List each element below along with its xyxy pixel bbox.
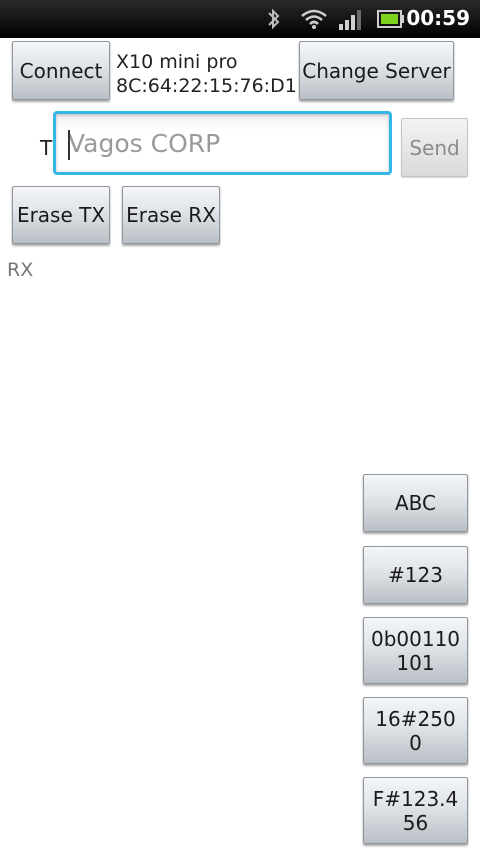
- status-time: 00:59: [406, 6, 470, 30]
- rx-label: RX: [7, 259, 34, 281]
- change-server-button[interactable]: Change Server: [299, 41, 454, 100]
- status-bar: 00:59: [0, 0, 480, 38]
- format-hex-label-1: 16#250: [375, 706, 456, 731]
- format-float-label-1: F#123.4: [372, 786, 459, 811]
- format-float-button[interactable]: F#123.4 56: [363, 777, 468, 844]
- erase-rx-button[interactable]: Erase RX: [122, 186, 220, 244]
- format-hex-button[interactable]: 16#250 0: [363, 697, 468, 764]
- erase-tx-button[interactable]: Erase TX: [12, 186, 110, 244]
- format-binary-label-2: 101: [396, 650, 435, 675]
- format-binary-label-1: 0b00110: [370, 626, 461, 651]
- message-input[interactable]: Vagos CORP: [53, 111, 392, 175]
- tx-label: T: [40, 136, 53, 160]
- device-info: X10 mini pro 8C:64:22:15:76:D1: [116, 50, 297, 98]
- text-caret: [68, 130, 70, 160]
- format-abc-button[interactable]: ABC: [363, 474, 468, 532]
- format-abc-label: ABC: [394, 491, 436, 515]
- format-float-label-2: 56: [402, 810, 429, 835]
- device-name: X10 mini pro: [116, 51, 238, 73]
- signal-icon: [339, 10, 361, 30]
- wifi-icon: [301, 9, 327, 29]
- format-binary-button[interactable]: 0b00110 101: [363, 617, 468, 684]
- connect-button[interactable]: Connect: [12, 41, 110, 100]
- message-input-text: Vagos CORP: [68, 129, 221, 158]
- bluetooth-icon: [268, 8, 280, 30]
- send-button[interactable]: Send: [401, 118, 468, 177]
- format-decimal-label: #123: [388, 563, 443, 587]
- device-address: 8C:64:22:15:76:D1: [116, 75, 297, 97]
- format-decimal-button[interactable]: #123: [363, 546, 468, 604]
- battery-icon: [377, 10, 404, 28]
- format-hex-label-2: 0: [409, 730, 422, 755]
